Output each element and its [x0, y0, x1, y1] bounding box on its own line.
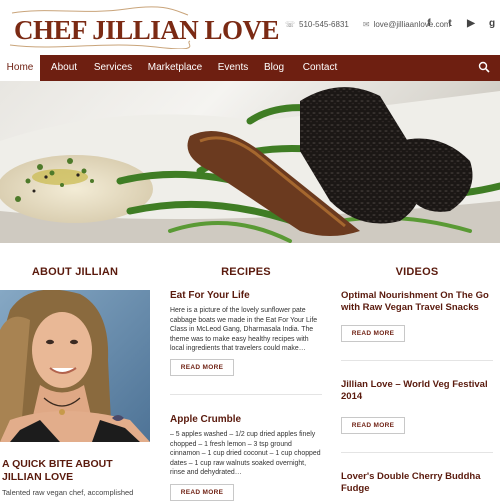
recipe-title[interactable]: Eat For Your Life	[170, 290, 250, 301]
social-links: f t ▶ g	[424, 18, 497, 29]
recipe-excerpt: Here is a picture of the lovely sunflowe…	[170, 307, 318, 353]
about-text: Talented raw vegan chef, accomplished	[2, 488, 134, 497]
hero-plate-illustration	[0, 87, 500, 243]
youtube-icon[interactable]: ▶	[466, 18, 476, 29]
email-icon: ✉	[362, 20, 370, 29]
nav-item-events[interactable]: Events	[212, 55, 254, 81]
about-heading: ABOUT JILLIAN	[31, 266, 119, 278]
hero-food-image	[0, 81, 500, 243]
nav-item-marketplace[interactable]: Marketplace	[138, 55, 212, 81]
twitter-icon[interactable]: t	[445, 18, 455, 29]
video-read-more-button[interactable]: READ MORE	[341, 417, 405, 434]
facebook-icon[interactable]: f	[424, 18, 434, 29]
nav-item-home[interactable]: Home	[0, 55, 40, 81]
recipe-divider	[170, 394, 322, 395]
video-divider	[341, 360, 493, 361]
google-plus-icon[interactable]: g	[487, 18, 497, 29]
video-title[interactable]: Jillian Love – World Veg Festival 2014	[341, 379, 497, 403]
site-logo[interactable]: CHEF JILLIAN LOVE	[6, 5, 280, 49]
recipe-title[interactable]: Apple Crumble	[170, 414, 241, 425]
recipe-excerpt: – 5 apples washed – 1/2 cup dried apples…	[170, 431, 321, 477]
nav-item-services[interactable]: Services	[88, 55, 138, 81]
site-header: CHEF JILLIAN LOVE ☏ 510-545-6831 ✉ love@…	[0, 0, 500, 55]
about-title: A QUICK BITE ABOUT JILLIAN LOVE	[2, 458, 113, 483]
recipes-heading: RECIPES	[221, 266, 271, 278]
nav-item-contact[interactable]: Contact	[294, 55, 346, 81]
main-nav: Home About Services Marketplace Events B…	[0, 55, 500, 81]
portrait-illustration	[0, 290, 150, 442]
video-read-more-button[interactable]: READ MORE	[341, 325, 405, 342]
nav-item-blog[interactable]: Blog	[254, 55, 294, 81]
jillian-portrait[interactable]	[0, 290, 150, 442]
video-divider	[341, 452, 493, 453]
video-title[interactable]: Lover's Double Cherry Buddha Fudge	[341, 471, 497, 495]
logo-text: CHEF JILLIAN LOVE	[14, 15, 280, 45]
nav-item-about[interactable]: About	[40, 55, 88, 81]
videos-heading: VIDEOS	[395, 266, 439, 278]
search-icon[interactable]	[478, 61, 490, 73]
video-title[interactable]: Optimal Nourishment On The Go with Raw V…	[341, 290, 497, 314]
phone-number[interactable]: 510-545-6831	[299, 20, 349, 29]
recipe-read-more-button[interactable]: READ MORE	[170, 359, 234, 376]
phone-icon: ☏	[285, 20, 296, 29]
recipe-read-more-button[interactable]: READ MORE	[170, 484, 234, 501]
